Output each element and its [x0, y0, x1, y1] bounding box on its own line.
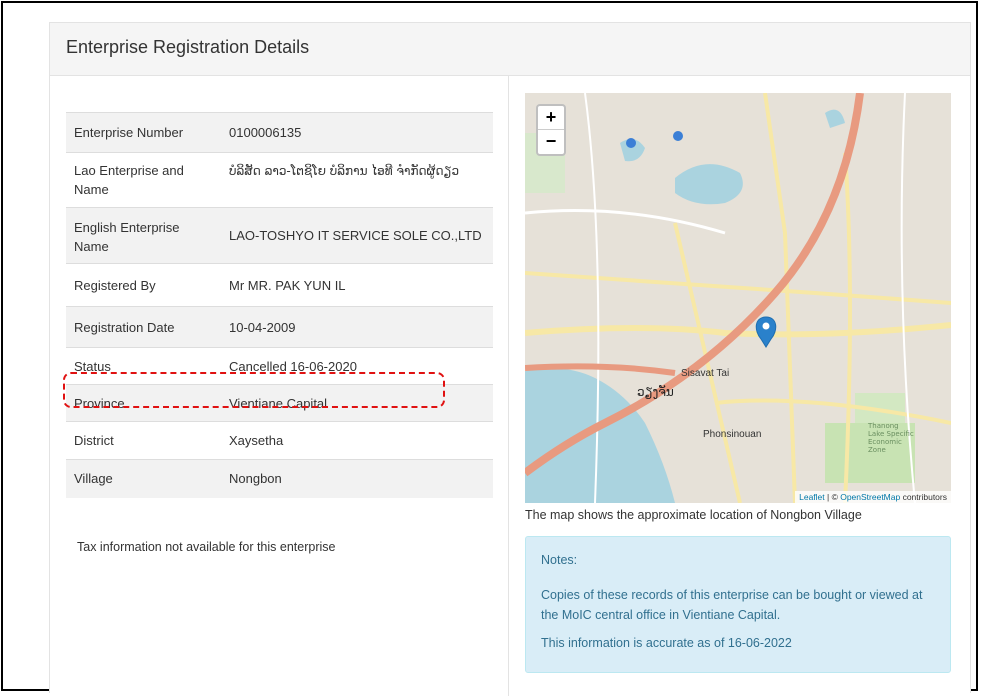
zoom-out-button[interactable]: − — [538, 130, 564, 153]
table-row: Lao Enterprise and Name ບໍລິສັດ ລາວ-ໂຕຊິ… — [66, 152, 493, 208]
map-attribution: Leaflet | © OpenStreetMap contributors — [795, 491, 951, 503]
tax-info-note: Tax information not available for this e… — [77, 540, 336, 554]
table-row: Registered By Mr MR. PAK YUN IL — [66, 263, 493, 307]
notes-paragraph-records: Copies of these records of this enterpri… — [541, 588, 923, 622]
row-value-registered-by: Mr MR. PAK YUN IL — [221, 263, 493, 307]
row-value-registration-date: 10-04-2009 — [221, 306, 493, 348]
location-map[interactable]: Sisavat Tai Phonsinouan ວຽງຈັນ Thanong La… — [525, 93, 951, 503]
row-label-registered-by: Registered By — [66, 263, 221, 307]
row-label-district: District — [66, 421, 221, 460]
map-tiles: Sisavat Tai Phonsinouan ວຽງຈັນ Thanong La… — [525, 93, 951, 503]
row-label-village: Village — [66, 459, 221, 498]
map-label-phonsinouan: Phonsinouan — [703, 429, 761, 440]
panel-header: Enterprise Registration Details — [50, 23, 970, 76]
status-highlight-annotation — [63, 372, 445, 408]
map-zoom-control: + − — [536, 104, 566, 156]
details-table: Enterprise Number 0100006135 Lao Enterpr… — [66, 112, 493, 498]
notes-box: Notes: Copies of these records of this e… — [525, 536, 951, 673]
row-value-enterprise-number: 0100006135 — [221, 112, 493, 153]
map-label-sisavat-tai: Sisavat Tai — [681, 368, 729, 379]
table-row: Registration Date 10-04-2009 — [66, 306, 493, 348]
panel-title: Enterprise Registration Details — [66, 37, 310, 57]
row-value-village: Nongbon — [221, 459, 493, 498]
table-row: Village Nongbon — [66, 459, 493, 498]
row-value-district: Xaysetha — [221, 421, 493, 460]
map-label-vientiane: ວຽງຈັນ — [637, 385, 674, 399]
notes-title: Notes: — [541, 553, 578, 567]
poi-icon — [673, 131, 683, 141]
row-label-registration-date: Registration Date — [66, 306, 221, 348]
table-row: District Xaysetha — [66, 421, 493, 460]
row-label-english-name: English Enterprise Name — [66, 207, 221, 264]
zoom-in-button[interactable]: + — [538, 106, 564, 130]
table-row: English Enterprise Name LAO-TOSHYO IT SE… — [66, 207, 493, 264]
row-label-enterprise-number: Enterprise Number — [66, 112, 221, 153]
row-value-english-name: LAO-TOSHYO IT SERVICE SOLE CO.,LTD — [221, 207, 493, 264]
osm-link[interactable]: OpenStreetMap — [840, 492, 900, 502]
table-row: Enterprise Number 0100006135 — [66, 112, 493, 153]
column-divider — [508, 76, 509, 696]
row-value-lao-name: ບໍລິສັດ ລາວ-ໂຕຊິໂຍ ບໍລິການ ໄອທີ ຈຳກັດຜູ້… — [221, 152, 493, 208]
poi-icon — [626, 138, 636, 148]
attribution-contributors: contributors — [900, 492, 947, 502]
attribution-separator: | © — [824, 492, 841, 502]
map-caption: The map shows the approximate location o… — [525, 508, 862, 522]
notes-paragraph-accuracy: This information is accurate as of 16-06… — [541, 636, 792, 650]
row-label-lao-name: Lao Enterprise and Name — [66, 152, 221, 208]
registration-panel: Enterprise Registration Details Enterpri… — [49, 22, 971, 696]
leaflet-link[interactable]: Leaflet — [799, 492, 825, 502]
